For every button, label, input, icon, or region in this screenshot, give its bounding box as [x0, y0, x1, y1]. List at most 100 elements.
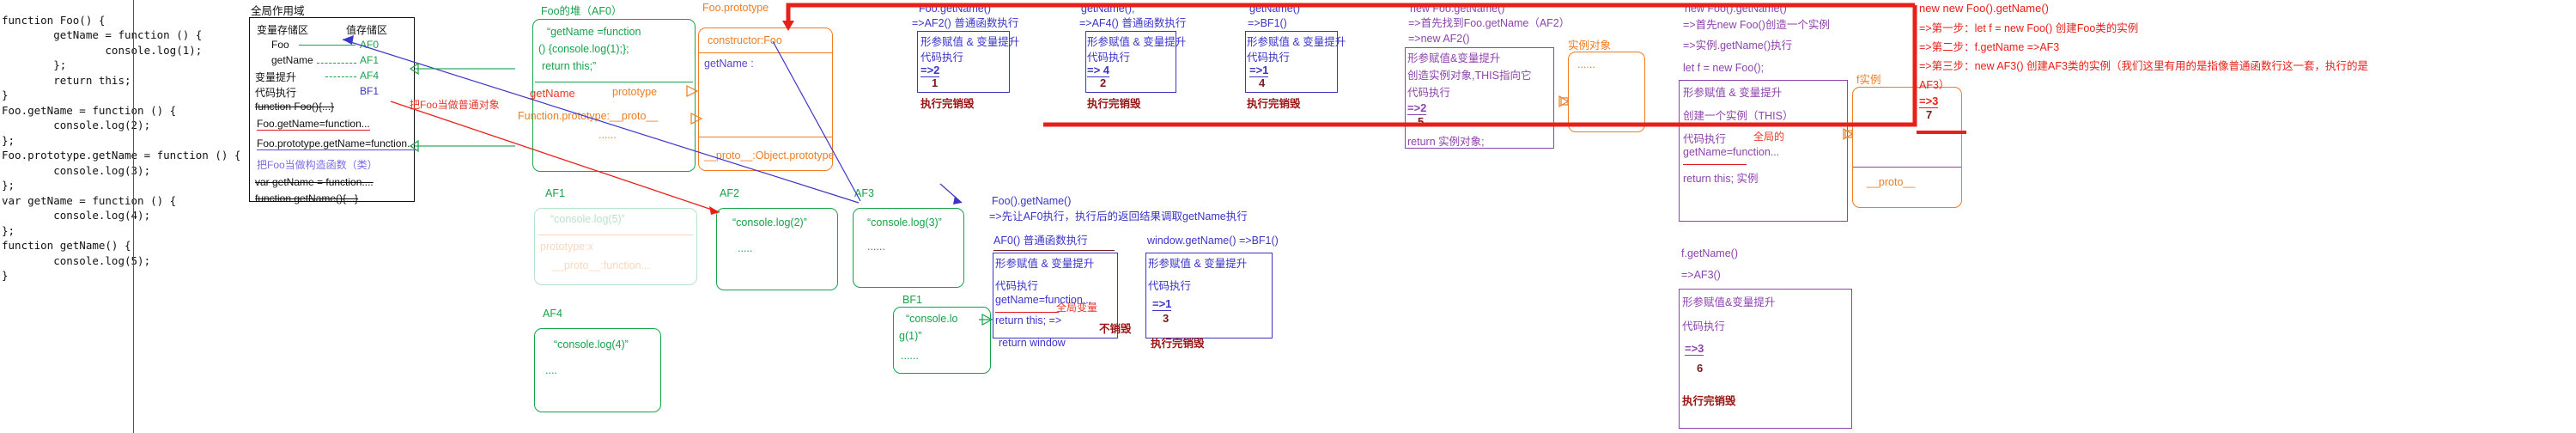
af3-line-2: ......: [867, 241, 885, 253]
foo-call-head-1: Foo().getName(): [992, 195, 1072, 207]
ctx-getname-destroy: 执行完销毁: [1087, 98, 1141, 110]
scope-line-2: Foo.prototype.getName=function...: [257, 137, 416, 150]
global-scope-box: 变量存储区 值存储区 Foo AF0 getName AF1 AF4 BF1 变…: [249, 17, 416, 204]
ctx-foo-getname-row-0: 形参赋值 & 变量提升: [920, 36, 1020, 48]
val-af0: AF0: [360, 39, 380, 51]
af1-line-1: “console.log(5)”: [550, 213, 625, 225]
new-new-step-1: =>第一步：let f = new Foo() 创建Foo类的实例: [1919, 22, 2139, 34]
ctx-bf1-order: 4: [1259, 76, 1266, 89]
new-foo-dot-assign-underline: [1683, 164, 1747, 165]
foo-call-head-3: AF0() 普通函数执行: [993, 235, 1088, 247]
new-foo-dot-row-1: 创建一个实例（THIS）: [1683, 110, 1794, 122]
af4-box: “console.log(4)” ....: [534, 328, 661, 412]
new-foo-dot-head-2: =>首先new Foo()创造一个实例: [1683, 19, 1830, 31]
note-constructor: 把Foo当做构造函数（类）: [257, 159, 378, 171]
foo-call-row-0: 形参赋值 & 变量提升: [995, 258, 1095, 270]
foo-call-assign: getName=function...: [995, 294, 1092, 306]
scope-line-1: Foo.getName=function...: [257, 118, 370, 131]
foo-call-row-1: 代码执行: [995, 280, 1039, 292]
af1-line-3: __proto__:function...: [552, 259, 650, 271]
f-instance-sep: [1853, 167, 1961, 168]
af4-line-1: “console.log(4)”: [554, 338, 629, 351]
ctx-foo-getname-head-2: =>AF2() 普通函数执行: [912, 17, 1019, 29]
foo-call-head-underline: [993, 250, 1115, 251]
f-instance-proto: __proto__: [1867, 176, 1916, 188]
new-foo-dot-assign: getName=function...: [1683, 146, 1780, 158]
scope-line-4: function getName(){...}: [255, 192, 359, 204]
af2-title: AF2: [720, 187, 739, 199]
foo-heap-proto-line: Function.prototype:__proto__: [518, 110, 659, 122]
global-scope-title: 全局作用域: [251, 5, 305, 17]
af3-title: AF3: [854, 187, 874, 199]
var-getname: getName: [271, 54, 313, 66]
foo-prototype-sep-1: [699, 52, 832, 53]
af3-line-1: “console.log(3)”: [867, 216, 942, 229]
af2-line-1: “console.log(2)”: [732, 216, 807, 229]
bf1-box: “console.lo g(1)” ......: [893, 307, 991, 374]
scope-line-0: function Foo(){...}: [255, 101, 335, 113]
foo-call-return-1: return this; =>: [995, 314, 1062, 326]
af4-title: AF4: [543, 308, 562, 320]
note-plain-object: 把Foo当做普通对象: [410, 99, 500, 111]
new-foo-getname-order: 5: [1418, 115, 1425, 128]
ctx-getname-head-1: getName();: [1081, 3, 1135, 15]
val-bf1: BF1: [360, 85, 380, 97]
foo-call-nodestroy: 不销毁: [1099, 323, 1132, 335]
foo-prototype-proto: __proto__:Object.prototype: [704, 149, 835, 162]
new-foo-dot-return: return this; 实例: [1683, 173, 1759, 185]
ctx-foo-getname-row-1: 代码执行: [920, 52, 964, 64]
foo-heap-body-1: “getName =function: [547, 26, 641, 38]
new-foo-getname-instance-box: ......: [1568, 52, 1645, 132]
new-foo-getname-head-1: new Foo.getName(): [1410, 3, 1505, 15]
window-getname-result: =>1: [1152, 297, 1172, 311]
new-foo-getname-row-0: 形参赋值&变量提升: [1407, 52, 1501, 64]
af3-box: “console.log(3)” ......: [853, 208, 964, 288]
new-new-result: =>3: [1919, 95, 1939, 108]
f-getname-destroy: 执行完销毁: [1682, 395, 1736, 407]
vertical-divider: [133, 0, 134, 433]
ctx-getname-head-2: =>AF4() 普通函数执行: [1079, 17, 1187, 29]
new-new-step-3: =>第三步：new AF3() 创建AF3类的实例（我们这里有用的是指像普通函数…: [1919, 60, 2368, 91]
ctx-getname-row-1: 代码执行: [1087, 52, 1131, 64]
ctx-bf1-destroy: 执行完销毁: [1247, 98, 1301, 110]
ctx-bf1-row-0: 形参赋值 & 变量提升: [1247, 36, 1346, 48]
new-foo-dot-note-global: 全局的: [1753, 131, 1785, 143]
window-getname-order: 3: [1163, 312, 1170, 325]
window-getname-head: window.getName() =>BF1(): [1147, 235, 1279, 247]
f-instance-title: f实例: [1856, 74, 1881, 86]
foo-heap-title: Foo的堆（AF0）: [541, 5, 623, 17]
foo-heap-body-2: () {console.log(1);};: [538, 43, 629, 55]
ctx-foo-getname-destroy: 执行完销毁: [920, 98, 975, 110]
new-foo-getname-row-1: 创造实例对象,THIS指向它: [1407, 70, 1532, 82]
new-foo-getname-row-2: 代码执行: [1407, 87, 1451, 99]
new-new-step-2: =>第二步：f.getName =>AF3: [1919, 41, 2060, 53]
ctx-getname-row-0: 形参赋值 & 变量提升: [1087, 36, 1187, 48]
af4-line-2: ....: [545, 364, 557, 376]
af1-title: AF1: [545, 187, 565, 199]
f-getname-head-1: f.getName(): [1681, 247, 1738, 259]
f-getname-head-2: =>AF3(): [1681, 269, 1721, 281]
new-foo-dot-row-2: 代码执行: [1683, 133, 1727, 145]
foo-heap-key-prototype: prototype: [612, 86, 658, 98]
foo-call-return-2: return window: [999, 337, 1066, 349]
f-getname-row-1: 代码执行: [1682, 320, 1726, 332]
new-foo-dot-head-4: let f = new Foo();: [1683, 62, 1765, 74]
bf1-title: BF1: [902, 294, 922, 306]
foo-prototype-title: Foo.prototype: [702, 2, 769, 14]
bf1-line-1b: g(1)”: [899, 330, 922, 342]
new-new-head: new new Foo().getName(): [1919, 2, 2049, 15]
foo-prototype-constructor: constructor:Foo: [708, 34, 782, 46]
ctx-bf1-result: =>1: [1249, 64, 1269, 77]
ctx-bf1-head-1: getName(): [1249, 3, 1301, 15]
af2-box: “console.log(2)” .....: [716, 208, 838, 290]
foo-prototype-getname: getName :: [704, 58, 754, 70]
val-af1: AF1: [360, 54, 380, 66]
af1-line-2: prototype:x: [540, 241, 593, 253]
window-getname-row-0: 形参赋值 & 变量提升: [1148, 258, 1248, 270]
ctx-foo-getname-order: 1: [932, 76, 939, 89]
foo-heap-key-getname: getName: [530, 87, 575, 100]
new-foo-getname-result: =>2: [1407, 101, 1427, 115]
variable-store-header: 变量存储区: [257, 24, 309, 36]
f-getname-order: 6: [1697, 362, 1704, 375]
new-foo-dot-head-3: =>实例.getName()执行: [1683, 40, 1793, 52]
